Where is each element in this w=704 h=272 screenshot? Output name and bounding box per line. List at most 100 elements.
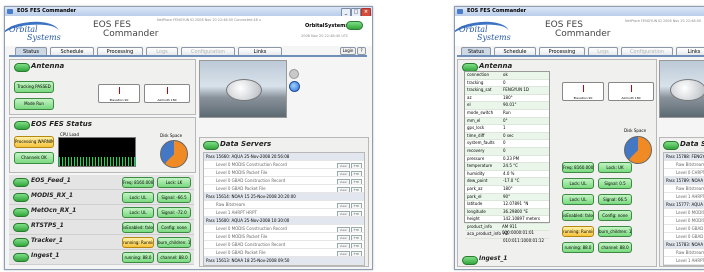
right-subsystem-detail-button[interactable]: Signal: 66.5 — [598, 194, 632, 205]
data-file-row[interactable]: Level 0 GBAD C — [664, 225, 704, 233]
right-subsystem-detail-button[interactable]: Config: none — [598, 210, 632, 221]
tracking-button[interactable]: Tracking PASSED — [14, 81, 54, 93]
right-subsystem-detail-button[interactable]: Signal: 0.5 — [598, 178, 632, 189]
subsystem-status-button[interactable]: isEnabled: false — [122, 222, 154, 233]
right-subsystem-status-button[interactable]: Lock: UL — [562, 194, 594, 205]
pass-header-row: Pass 15600: AQUA 25-Nov-2008 10:30:00 — [204, 217, 364, 225]
data-file-row[interactable]: Level 0 GBAD Packet File view FTP — [204, 249, 364, 257]
detail-value: 24.5 °C — [503, 163, 518, 169]
data-file-row[interactable]: Level 1 AHRPT — [664, 193, 704, 201]
antenna-title: Antenna — [31, 62, 65, 70]
subsystem-row: Ingest_1 running: 88.0 channel: 88.0 — [9, 250, 194, 265]
photo-refresh-button[interactable] — [289, 69, 299, 79]
detail-value: 142.10897 meters — [503, 216, 541, 222]
subsystem-status-button[interactable]: Lock: UL — [122, 192, 154, 203]
detail-key: latitude — [467, 201, 483, 207]
data-file-row[interactable]: Raw BitstreamviewFTP — [204, 265, 364, 266]
subsystem-detail-button[interactable]: Lock: LK — [157, 177, 191, 188]
subsystem-status-pill — [13, 238, 29, 247]
mode-button[interactable]: Mode Run — [14, 98, 54, 110]
pass-header-text: Pass 15788: FENGYUN — [666, 154, 704, 159]
subsystem-detail-button[interactable]: burn_children: 1 — [157, 237, 191, 248]
subsystem-status-pill — [13, 193, 29, 202]
subsystem-status-button[interactable]: Lock: UL — [122, 207, 154, 218]
detail-value: 180° — [503, 94, 513, 100]
right-disk-space-label: Disk Space — [624, 128, 647, 133]
photo-globe-icon[interactable] — [289, 81, 300, 92]
data-file-row[interactable]: Level 0 MODIS Packet File view FTP — [204, 233, 364, 241]
data-file-row[interactable]: Raw Bitstream — [664, 185, 704, 193]
detail-key: longitude — [467, 208, 486, 214]
subsystem-status-pill — [13, 178, 29, 187]
subsystem-status-pill — [13, 253, 29, 262]
processing-warning-button[interactable]: Processing WARNING — [14, 136, 54, 148]
detail-value: 1 — [503, 125, 506, 131]
right-subsystem-detail-button[interactable]: channel: 88.0 — [598, 242, 632, 253]
data-file-row[interactable]: Level 1 AHRPT HRPT view FTP — [204, 209, 364, 217]
subsystem-status-button[interactable]: Freq: 8160.000 — [122, 177, 154, 188]
pass-header-row: Pass 15613: NOAA 18 25-Nov-2008 09:50 — [204, 257, 364, 265]
subsystem-status-button[interactable]: running: 88.0 — [122, 252, 154, 263]
elevation-needle — [119, 87, 120, 94]
data-file-row[interactable]: Raw Bitstream — [664, 249, 704, 257]
data-file-row[interactable]: Level 0 MODIS — [664, 217, 704, 225]
detail-row: longitude 36.29800 °E — [465, 208, 549, 217]
data-file-row[interactable]: Level 0 MODIS — [664, 209, 704, 217]
window-title: EOS FES Commander — [17, 8, 77, 14]
subsystem-status-button[interactable]: running: Running — [122, 237, 154, 248]
detail-key: dew_point — [467, 178, 488, 184]
right-connection-meta: NetPlace FENGYUN ID 2008 Nov 20 22:48:00 — [625, 19, 702, 23]
data-file-row[interactable]: Level 0 MODIS Packet File view FTP — [204, 169, 364, 177]
detail-value: -17.0 °C — [503, 178, 520, 184]
detail-row: recovery 0 — [465, 147, 549, 156]
detail-value: 0 — [503, 79, 506, 85]
detail-value: 12.07891 °N — [503, 201, 529, 207]
right-subsystem-detail-button[interactable]: Lock: UK — [598, 162, 632, 173]
data-file-row[interactable]: Level 0 MODIS Construction Record view FTP — [204, 161, 364, 169]
right-subsystem-status-button[interactable]: Lock: UL — [562, 178, 594, 189]
data-file-row[interactable]: Level 0 CHRPT — [664, 169, 704, 177]
login-button[interactable]: Login — [340, 47, 356, 55]
system-name: OrbitalSystems — [305, 23, 349, 29]
data-file-row[interactable]: Level 0 GBAD Construction Record view FTP — [204, 177, 364, 185]
data-file-row[interactable]: Level 0 GBAD Construction Record view FTP — [204, 241, 364, 249]
right-subsystem-detail-button[interactable]: burn_children: 1 — [598, 226, 632, 237]
right-azimuth-gauge: Azimuth 180 — [608, 82, 654, 101]
right-subsystem-status-button[interactable]: Freq: 8160.000 — [562, 162, 594, 173]
channels-button[interactable]: Channels OK — [14, 152, 54, 164]
file-actions: view FTP — [336, 234, 362, 240]
data-file-row[interactable]: Level 0 GBAD Packet File view FTP — [204, 185, 364, 193]
data-file-row[interactable]: Level 1 AHRPT — [664, 257, 704, 265]
maximize-button[interactable]: □ — [351, 8, 361, 16]
subsystem-name: Ingest_1 — [31, 252, 60, 259]
help-button[interactable]: ? — [357, 47, 366, 55]
data-file-row[interactable]: Raw Bitstream — [664, 161, 704, 169]
subsystem-detail-button[interactable]: channel: 88.0 — [157, 252, 191, 263]
data-file-row[interactable]: Level 0 GBAD P — [664, 233, 704, 241]
detail-row: el 90.01° — [465, 102, 549, 110]
detail-value: Run — [503, 109, 511, 115]
data-file-name: Level 0 GBAD Packet File — [216, 186, 266, 191]
data-file-row[interactable]: Level 0 MODIS Construction Record view FTP — [204, 225, 364, 233]
subsystem-detail-button[interactable]: Signal: -66.5 — [157, 192, 191, 203]
right-app-title-line2: Commander — [555, 29, 611, 40]
right-subsystem-status-button[interactable]: running: 88.0 — [562, 242, 594, 253]
pass-header-text: Pass 15783: NOAA — [666, 242, 704, 247]
right-data-servers-pill — [663, 141, 679, 150]
antenna-photo — [199, 60, 287, 118]
detail-row: aca_product_info AZ 010:011:1000:01:12 — [465, 231, 549, 243]
right-subsystem-status-button[interactable]: running: Running — [562, 226, 594, 237]
detail-value: 90° — [503, 193, 511, 199]
subsystem-detail-button[interactable]: Config: none — [157, 222, 191, 233]
pass-header-text: Pass 15777: AQUA — [666, 202, 703, 207]
file-actions: view FTP — [336, 170, 362, 176]
right-subsystem-status-button[interactable]: isEnabled: false — [562, 210, 594, 221]
data-file-name: Raw Bitstream — [676, 250, 704, 255]
close-button[interactable]: × — [361, 8, 371, 16]
app-icon — [7, 9, 13, 14]
right-app-title: EOS FES Commander — [545, 20, 611, 40]
minimize-button[interactable]: _ — [341, 8, 351, 16]
subsystem-detail-button[interactable]: Signal: -72.0 — [157, 207, 191, 218]
data-file-row[interactable]: Raw BitstreamviewFTP — [204, 201, 364, 209]
pass-header-row: Pass 15777: AQUA — [664, 201, 704, 209]
